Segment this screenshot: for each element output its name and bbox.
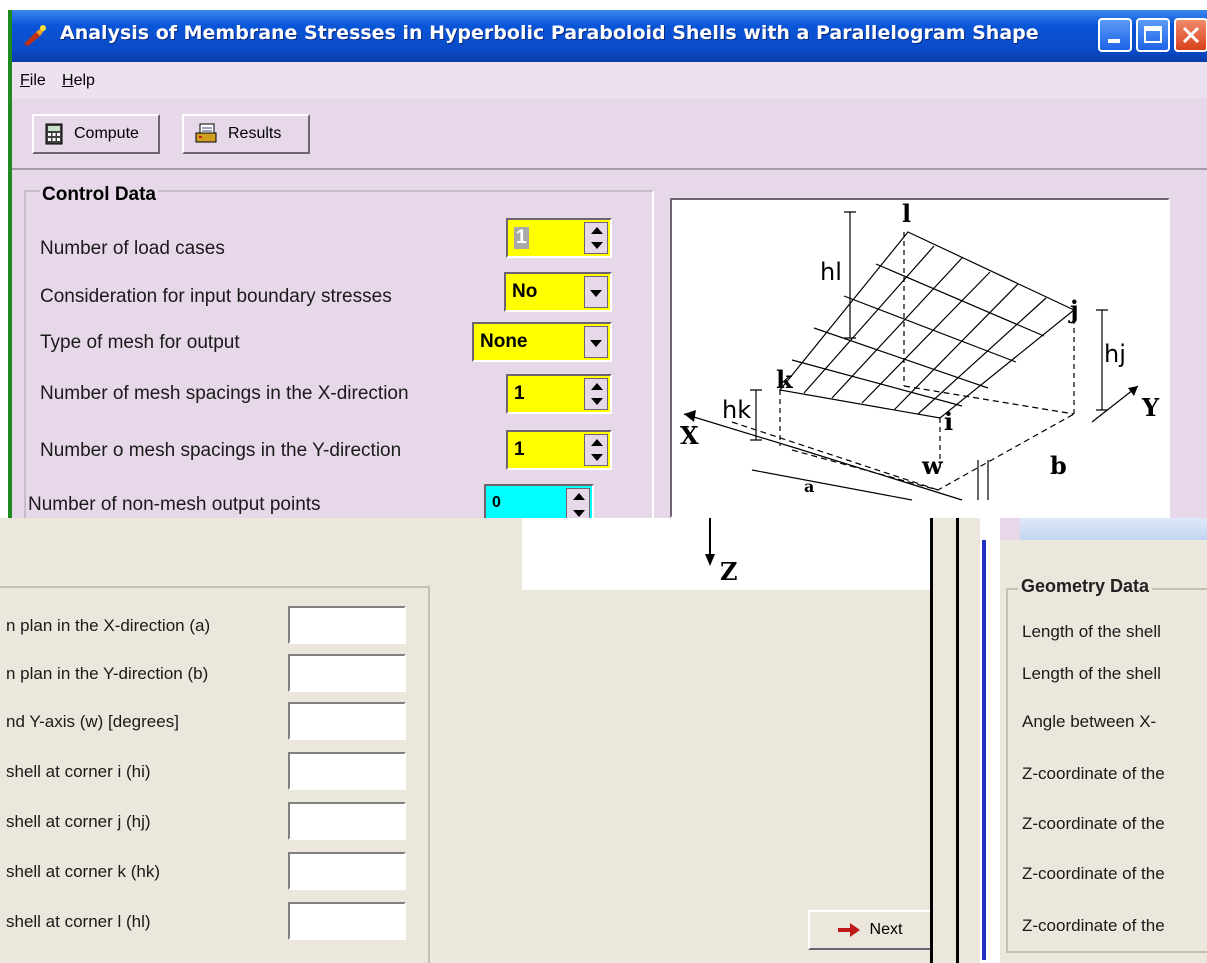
results-button[interactable]: Results	[182, 114, 310, 154]
overlay-white-region: Z	[522, 518, 930, 590]
geo-right-label-3: Angle between X-	[1022, 712, 1157, 731]
load-cases-spinner[interactable]: 1	[506, 218, 612, 258]
results-label: Results	[228, 125, 282, 142]
mesh-type-value: None	[480, 331, 528, 352]
compute-button[interactable]: Compute	[32, 114, 160, 154]
menu-help[interactable]: Help	[62, 72, 95, 90]
diagram-label-w: w	[921, 451, 944, 480]
right-panel-titlebar	[1020, 518, 1207, 540]
load-cases-label: Number of load cases	[40, 238, 225, 259]
mesh-type-label: Type of mesh for output	[40, 332, 240, 353]
hyperbolic-paraboloid-figure: l j k i Y X w b a hl hj hk	[680, 199, 1160, 560]
diagram-label-k: k	[776, 365, 794, 394]
geo-label-a: n plan in the X-direction (a)	[6, 616, 211, 635]
diagram-label-hj: hj	[1104, 340, 1126, 368]
diagram-label-hk: hk	[722, 396, 751, 424]
diagram-fragment: Z	[705, 518, 738, 586]
app-icon	[24, 25, 46, 46]
non-mesh-label: Number of non-mesh output points	[28, 494, 321, 515]
angle-w-input[interactable]	[288, 702, 406, 740]
geo-label-w: nd Y-axis (w) [degrees]	[6, 712, 179, 731]
geo-label-hi: shell at corner i (hi)	[6, 762, 151, 781]
diagram-label-l: l	[902, 200, 911, 228]
non-mesh-value: 0	[492, 494, 501, 511]
window-title: Analysis of Membrane Stresses in Hyperbo…	[60, 22, 1039, 44]
diagram-label-a: a	[804, 477, 814, 496]
diagram-label-x: X	[680, 421, 699, 450]
height-hj-input[interactable]	[288, 802, 406, 840]
calculator-icon	[45, 123, 63, 145]
maximize-icon	[1144, 26, 1162, 43]
maximize-button[interactable]	[1136, 18, 1170, 52]
shell-diagram: l j k i Y X w b a hl hj hk	[670, 198, 1170, 560]
mesh-y-spinner[interactable]: 1	[506, 430, 612, 470]
geo-right-label-1: Length of the shell	[1022, 622, 1161, 641]
close-button[interactable]	[1174, 18, 1207, 52]
geo-label-b: n plan in the Y-direction (b)	[6, 664, 209, 683]
spinner-arrows-icon[interactable]	[566, 488, 590, 522]
geo-right-label-2: Length of the shell	[1022, 664, 1161, 683]
arrow-right-icon	[837, 923, 860, 937]
height-hl-input[interactable]	[288, 902, 406, 940]
spinner-arrows-icon[interactable]	[584, 222, 608, 254]
next-button[interactable]: Next	[808, 910, 932, 950]
length-a-input[interactable]	[288, 606, 406, 644]
boundary-value: No	[512, 281, 538, 302]
spinner-arrows-icon[interactable]	[584, 434, 608, 466]
results-icon	[195, 123, 217, 143]
boundary-label: Consideration for input boundary stresse…	[40, 286, 392, 307]
boundary-select[interactable]: No	[504, 272, 612, 312]
mesh-y-value: 1	[514, 439, 525, 460]
height-hk-input[interactable]	[288, 852, 406, 890]
geo-label-hk: shell at corner k (hk)	[6, 862, 160, 881]
title-bar[interactable]: Analysis of Membrane Stresses in Hyperbo…	[12, 10, 1207, 62]
scroll-edge	[982, 540, 986, 960]
geo-right-label-7: Z-coordinate of the	[1022, 916, 1165, 935]
close-icon	[1182, 26, 1200, 44]
geo-right-label-5: Z-coordinate of the	[1022, 814, 1165, 833]
chevron-down-icon[interactable]	[584, 326, 608, 358]
geo-label-hj: shell at corner j (hj)	[6, 812, 151, 831]
mesh-y-label: Number o mesh spacings in the Y-directio…	[40, 440, 402, 461]
mesh-x-value: 1	[514, 383, 525, 404]
chevron-down-icon[interactable]	[584, 276, 608, 308]
spinner-arrows-icon[interactable]	[584, 378, 608, 410]
toolbar: Compute Results	[12, 98, 1207, 170]
diagram-label-i: i	[944, 407, 953, 436]
length-b-input[interactable]	[288, 654, 406, 692]
separator-line	[930, 518, 933, 963]
control-data-title: Control Data	[40, 184, 158, 206]
menu-bar: File Help	[12, 62, 1207, 98]
compute-label: Compute	[74, 125, 139, 142]
diagram-label-y: Y	[1141, 393, 1160, 422]
diagram-label-b: b	[1050, 451, 1067, 480]
mesh-x-spinner[interactable]: 1	[506, 374, 612, 414]
minimize-icon	[1108, 39, 1120, 43]
geo-label-hl: shell at corner l (hl)	[6, 912, 151, 931]
next-label: Next	[869, 921, 903, 938]
menu-file[interactable]: File	[20, 72, 46, 90]
diagram-label-j: j	[1068, 295, 1079, 324]
diagram-label-hl: hl	[820, 258, 842, 286]
mesh-type-select[interactable]: None	[472, 322, 612, 362]
minimize-button[interactable]	[1098, 18, 1132, 52]
mesh-x-label: Number of mesh spacings in the X-directi…	[40, 383, 409, 404]
geometry-data-title: Geometry Data	[1018, 576, 1153, 597]
height-hi-input[interactable]	[288, 752, 406, 790]
load-cases-value: 1	[514, 227, 529, 249]
separator-line	[956, 518, 959, 963]
geo-right-label-6: Z-coordinate of the	[1022, 864, 1165, 883]
diagram-label-z: Z	[720, 557, 738, 586]
geometry-panel-header	[0, 518, 430, 588]
geo-right-label-4: Z-coordinate of the	[1022, 764, 1165, 783]
